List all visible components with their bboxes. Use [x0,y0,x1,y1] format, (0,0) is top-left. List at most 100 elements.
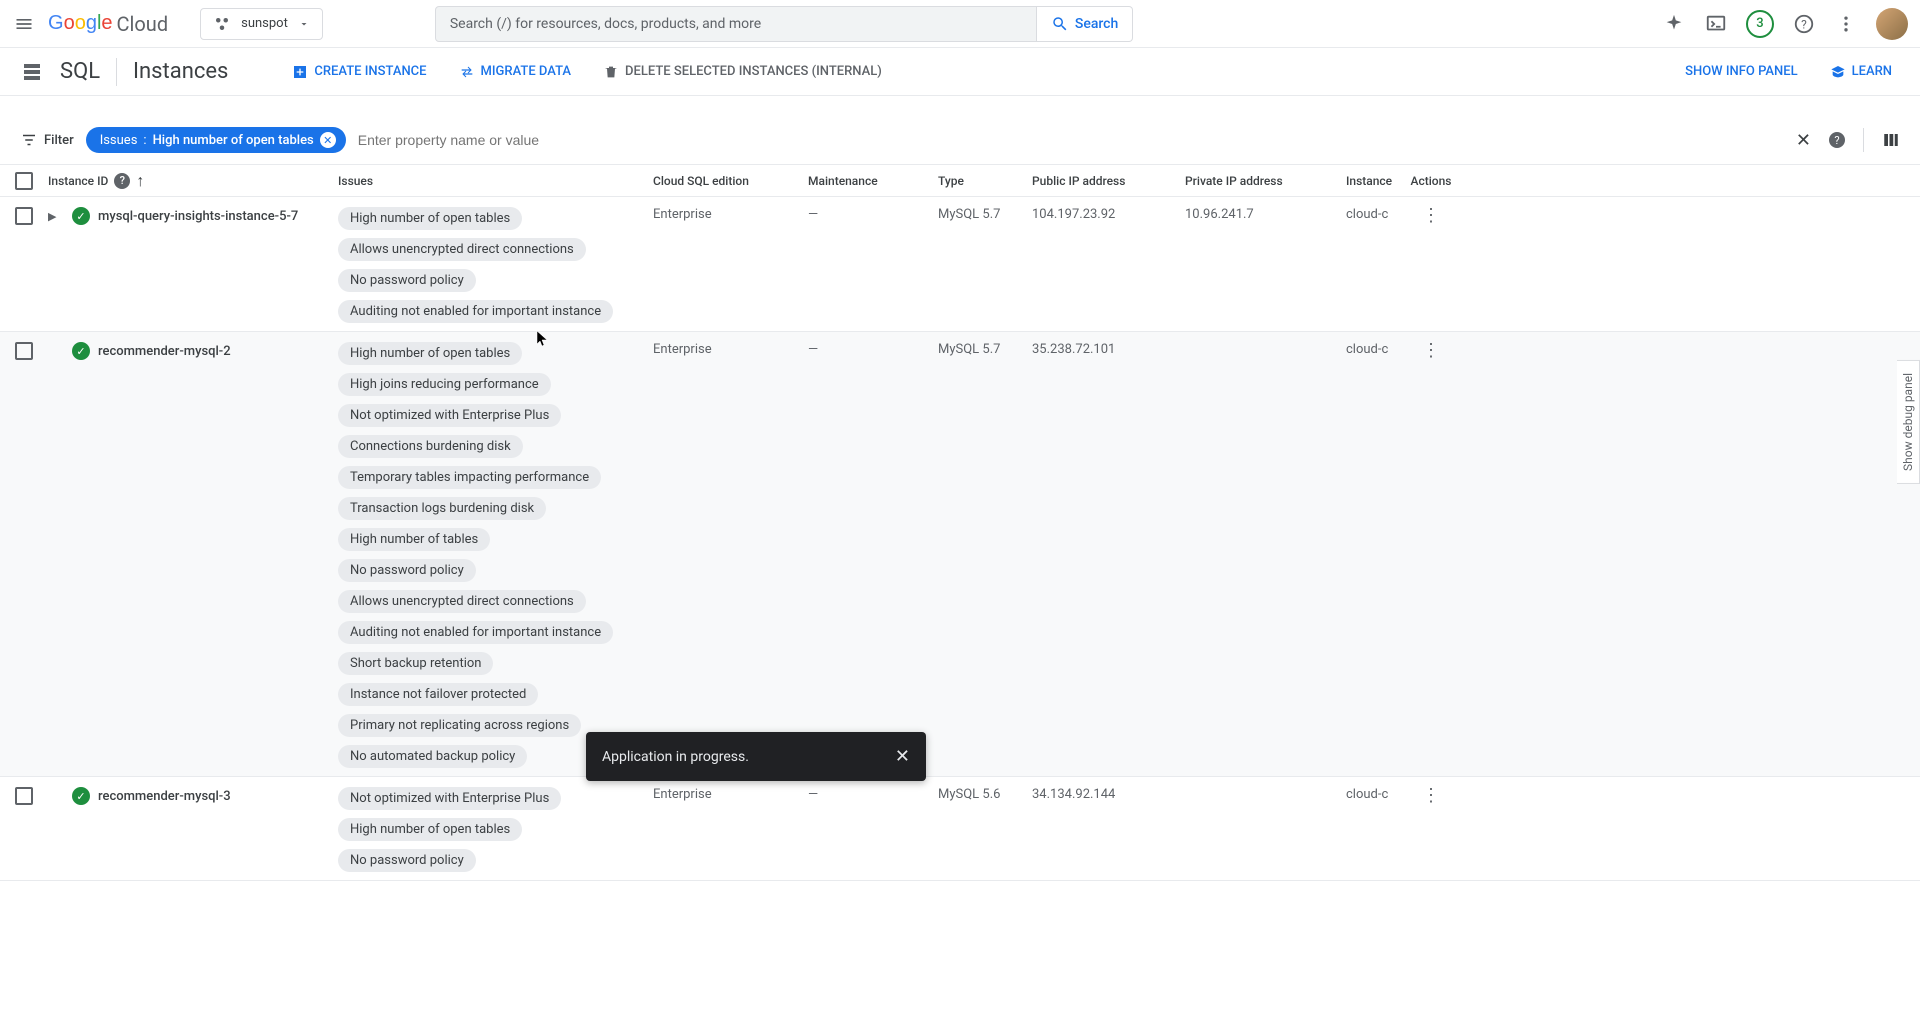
maintenance-value: — [808,342,818,357]
migrate-icon [459,64,475,80]
plus-icon [292,64,308,80]
search-input[interactable]: Search (/) for resources, docs, products… [435,6,1037,42]
help-icon[interactable]: ? [1792,12,1816,36]
issue-chip[interactable]: Primary not replicating across regions [338,714,581,737]
create-instance-button[interactable]: CREATE INSTANCE [284,58,434,86]
project-name: sunspot [241,16,288,31]
search-icon [1051,15,1069,33]
issue-chip[interactable]: No password policy [338,849,476,872]
maintenance-value: — [808,207,818,222]
header-actions: 3 ? [1662,8,1908,40]
instance-col-value: cloud-c [1346,787,1388,802]
columns-icon[interactable] [1882,131,1900,149]
status-ok-icon: ✓ [72,787,90,805]
maintenance-value: — [808,787,818,802]
clear-filters-button[interactable]: ✕ [1796,130,1811,151]
filter-help-icon[interactable]: ? [1829,132,1845,148]
type-value: MySQL 5.7 [938,207,1000,222]
row-checkbox[interactable] [15,342,33,360]
issue-chip[interactable]: Allows unencrypted direct connections [338,590,586,613]
instance-name[interactable]: recommender-mysql-3 [98,789,231,804]
column-header-issues[interactable]: Issues [338,174,653,188]
issue-chip[interactable]: Not optimized with Enterprise Plus [338,404,561,427]
delete-instances-button[interactable]: DELETE SELECTED INSTANCES (INTERNAL) [595,58,890,86]
close-icon[interactable]: ✕ [895,746,910,767]
google-cloud-logo[interactable]: Google Google Cloud Cloud [48,12,168,36]
public-ip-value: 34.134.92.144 [1032,787,1115,802]
migrate-data-button[interactable]: MIGRATE DATA [451,58,580,86]
issue-chip[interactable]: No password policy [338,559,476,582]
column-header-private-ip[interactable]: Private IP address [1185,174,1346,188]
show-debug-panel-tab[interactable]: Show debug panel [1897,360,1920,484]
column-header-edition[interactable]: Cloud SQL edition [653,174,808,188]
project-picker[interactable]: sunspot [200,8,323,40]
issue-chip[interactable]: Not optimized with Enterprise Plus [338,787,561,810]
subheader-right-actions: SHOW INFO PANEL LEARN [1677,58,1900,86]
user-avatar[interactable] [1876,8,1908,40]
filter-chip-issues[interactable]: Issues : High number of open tables ✕ [86,127,346,153]
divider [116,58,117,86]
row-kebab-icon[interactable]: ⋮ [1422,205,1440,226]
issue-chip[interactable]: No automated backup policy [338,745,527,768]
issue-chip[interactable]: Connections burdening disk [338,435,523,458]
row-kebab-icon[interactable]: ⋮ [1422,340,1440,361]
issue-chip[interactable]: High number of tables [338,528,490,551]
help-icon[interactable]: ? [114,173,130,189]
type-value: MySQL 5.6 [938,787,1000,802]
table-row[interactable]: ✓ recommender-mysql-2 High number of ope… [0,332,1920,777]
kebab-icon[interactable] [1834,12,1858,36]
top-header: Google Google Cloud Cloud sunspot Search… [0,0,1920,48]
page-title: Instances [133,59,228,84]
column-header-instance[interactable]: Instance [1346,174,1401,188]
sql-product-icon [20,60,44,84]
sort-arrow-icon[interactable]: ↑ [136,171,144,191]
cloud-shell-icon[interactable] [1704,12,1728,36]
issue-chip[interactable]: High number of open tables [338,818,522,841]
search-container: Search (/) for resources, docs, products… [435,6,1133,42]
instance-col-value: cloud-c [1346,342,1388,357]
hamburger-menu-icon[interactable] [12,12,36,36]
column-header-maintenance[interactable]: Maintenance [808,174,938,188]
project-icon [213,15,231,33]
filter-icon [20,131,38,149]
instance-col-value: cloud-c [1346,207,1388,222]
row-checkbox[interactable] [15,787,33,805]
close-icon[interactable]: ✕ [320,132,336,148]
issue-chip[interactable]: Allows unencrypted direct connections [338,238,586,261]
table-row[interactable]: ▶ ✓ mysql-query-insights-instance-5-7 Hi… [0,197,1920,332]
notification-badge[interactable]: 3 [1746,10,1774,38]
table-header-row: Instance ID ? ↑ Issues Cloud SQL edition… [0,165,1920,197]
status-ok-icon: ✓ [72,342,90,360]
issue-chip[interactable]: Auditing not enabled for important insta… [338,300,613,323]
issue-chip[interactable]: Instance not failover protected [338,683,538,706]
svg-text:?: ? [1801,17,1807,31]
issue-chip[interactable]: High number of open tables [338,342,522,365]
issue-chip[interactable]: High joins reducing performance [338,373,551,396]
search-button[interactable]: Search [1037,6,1133,42]
issue-chip[interactable]: Auditing not enabled for important insta… [338,621,613,644]
select-all-checkbox[interactable] [15,172,33,190]
graduation-icon [1830,64,1846,80]
row-kebab-icon[interactable]: ⋮ [1422,785,1440,806]
toast-notification: Application in progress. ✕ [586,732,926,781]
column-header-public-ip[interactable]: Public IP address [1032,174,1185,188]
learn-button[interactable]: LEARN [1822,58,1900,86]
expand-caret-icon[interactable]: ▶ [48,210,64,223]
column-header-id[interactable]: Instance ID [48,174,108,188]
issue-chip[interactable]: Transaction logs burdening disk [338,497,546,520]
instance-name[interactable]: recommender-mysql-2 [98,344,231,359]
type-value: MySQL 5.7 [938,342,1000,357]
issue-chip[interactable]: High number of open tables [338,207,522,230]
column-header-type[interactable]: Type [938,174,1032,188]
filter-input[interactable] [358,132,758,148]
instance-name[interactable]: mysql-query-insights-instance-5-7 [98,209,298,224]
issue-chip[interactable]: Temporary tables impacting performance [338,466,601,489]
table-row[interactable]: ✓ recommender-mysql-3 Not optimized with… [0,777,1920,881]
issue-chip[interactable]: No password policy [338,269,476,292]
public-ip-value: 35.238.72.101 [1032,342,1115,357]
gemini-icon[interactable] [1662,12,1686,36]
issue-chip[interactable]: Short backup retention [338,652,493,675]
row-checkbox[interactable] [15,207,33,225]
toast-message: Application in progress. [602,749,749,765]
show-info-panel-button[interactable]: SHOW INFO PANEL [1677,58,1806,85]
